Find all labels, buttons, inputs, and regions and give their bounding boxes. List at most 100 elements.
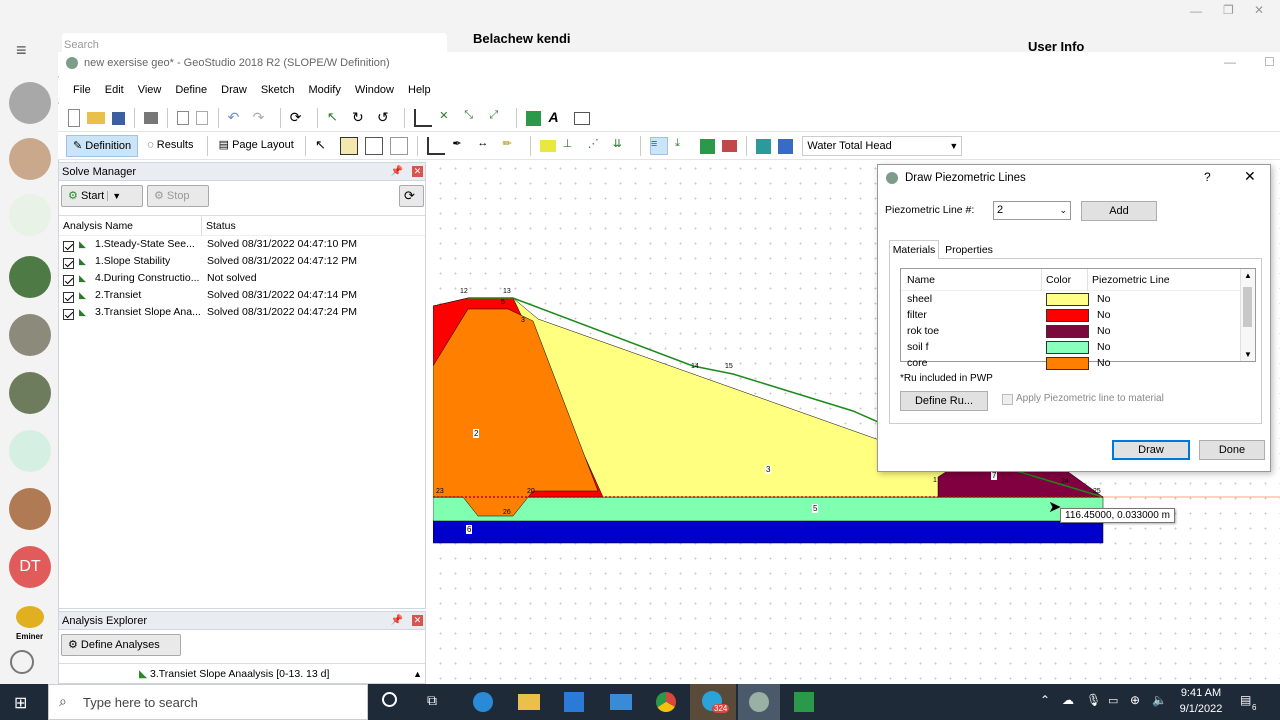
results-tab[interactable]: ◌ Results [141, 135, 199, 157]
scroll-up-icon[interactable]: ▲ [1244, 271, 1252, 280]
materials-scrollbar[interactable]: ▲ ▼ [1240, 269, 1255, 361]
graph-icon[interactable] [526, 110, 542, 126]
add-button[interactable]: Add [1081, 201, 1157, 221]
mail-icon[interactable] [610, 694, 632, 710]
avatar[interactable] [9, 138, 51, 180]
restore-icon[interactable]: ❐ [1223, 3, 1234, 17]
pin-icon[interactable]: 📌 [391, 612, 403, 630]
window-minimize-icon[interactable]: — [1224, 55, 1236, 69]
network-icon[interactable]: ⊕ [1130, 693, 1140, 707]
menu-help[interactable]: Help [401, 78, 438, 102]
entry-exit-icon[interactable] [700, 138, 716, 154]
select-points-icon[interactable]: ↖ [327, 109, 345, 127]
apply-piezometric-checkbox[interactable] [1002, 394, 1013, 405]
chrome-icon[interactable] [656, 692, 676, 712]
close-panel-icon[interactable]: ✕ [412, 166, 423, 177]
table-row[interactable]: ◣ 2.Transiet Solved 08/31/2022 04:47:14 PM [59, 287, 425, 304]
eminer-icon[interactable] [16, 606, 44, 628]
material-row[interactable]: soil f No [901, 339, 1255, 355]
paste-icon[interactable] [196, 111, 209, 125]
grid-snap-icon[interactable]: ⤡ [464, 109, 482, 127]
boundary-icon[interactable] [778, 138, 794, 154]
file-explorer-icon[interactable] [518, 694, 540, 710]
draw-axes-icon[interactable] [427, 137, 446, 155]
chevron-up-icon[interactable]: ⌃ [1040, 693, 1050, 707]
avatar[interactable] [9, 430, 51, 472]
materials-icon[interactable] [756, 138, 772, 154]
microphone-icon[interactable]: 🎙 [1086, 693, 1101, 707]
taskbar-search[interactable]: ⌕ Type here to search [48, 684, 368, 720]
new-file-icon[interactable] [68, 109, 80, 127]
telegram-taskbar-button[interactable]: 324 [690, 684, 736, 720]
definition-tab[interactable]: ✎ Definition [66, 135, 139, 157]
undo-icon[interactable]: ↶ [228, 109, 246, 127]
analysis-checkbox[interactable] [63, 241, 74, 252]
draw-region-icon[interactable] [539, 140, 556, 152]
avatar[interactable] [9, 194, 51, 236]
refresh-icon[interactable]: ⟳ [290, 109, 308, 127]
menu-file[interactable]: File [66, 78, 98, 102]
rotate-icon[interactable]: ↻ [352, 109, 370, 127]
clock-time[interactable]: 9:41 AM [1176, 687, 1226, 699]
scroll-down-icon[interactable]: ▼ [1244, 350, 1252, 359]
pin-icon[interactable]: 📌 [391, 163, 403, 181]
pen-icon[interactable]: ✒ [452, 137, 470, 155]
material-row[interactable]: rok toe No [901, 323, 1255, 339]
analysis-checkbox[interactable] [63, 275, 74, 286]
cortana-icon[interactable] [382, 692, 397, 707]
close-icon[interactable]: ✕ [1254, 3, 1264, 17]
windows-start-icon[interactable]: ⊞ [14, 693, 27, 713]
document-icon[interactable] [390, 137, 409, 155]
minimize-icon[interactable]: — [1190, 4, 1202, 18]
reinforcement-icon[interactable] [722, 140, 738, 152]
clock-date[interactable]: 9/1/2022 [1176, 703, 1226, 715]
analysis-checkbox[interactable] [63, 258, 74, 269]
menu-modify[interactable]: Modify [301, 78, 347, 102]
draw-points-icon[interactable]: ⋰ [588, 137, 606, 155]
stop-button[interactable]: ⚙ Stop [147, 185, 209, 207]
menu-sketch[interactable]: Sketch [254, 78, 302, 102]
measure-icon[interactable]: ⤢ [489, 109, 507, 127]
pencil-icon[interactable]: ✏ [502, 137, 520, 155]
select-region-icon[interactable] [340, 137, 359, 155]
edge-icon[interactable] [473, 692, 493, 712]
material-row[interactable]: core No [901, 355, 1255, 371]
menu-define[interactable]: Define [168, 78, 214, 102]
analysis-checkbox[interactable] [63, 309, 74, 320]
analysis-checkbox[interactable] [63, 292, 74, 303]
task-view-icon[interactable]: ⧉ [427, 692, 437, 709]
geostudio-taskbar-button[interactable] [738, 684, 780, 720]
window-maximize-icon[interactable]: ☐ [1264, 55, 1275, 69]
onedrive-icon[interactable]: ☁ [1062, 693, 1074, 707]
refresh-button[interactable]: ⟳ [399, 185, 424, 207]
menu-window[interactable]: Window [348, 78, 401, 102]
tree-item[interactable]: ◣ 3.Transiet Slope Anaalysis [0-13. 13 d… [59, 663, 425, 683]
dimension-icon[interactable]: ↔ [477, 137, 495, 155]
chevron-down-icon[interactable]: ▼ [107, 191, 122, 201]
print-icon[interactable] [144, 112, 159, 124]
help-button[interactable]: ? [1204, 170, 1211, 184]
tab-materials[interactable]: Materials [889, 240, 939, 259]
menu-draw[interactable]: Draw [214, 78, 254, 102]
start-button[interactable]: ⚙ Start ▼ [61, 185, 143, 207]
menu-edit[interactable]: Edit [98, 78, 131, 102]
archive-icon[interactable] [9, 82, 51, 124]
define-ru-button[interactable]: Define Ru... [900, 391, 988, 411]
material-row[interactable]: filter No [901, 307, 1255, 323]
hamburger-icon[interactable]: ≡ [16, 40, 27, 61]
notifications-icon[interactable]: ▤ [1240, 693, 1251, 707]
close-panel-icon[interactable]: ✕ [412, 615, 423, 626]
axes-icon[interactable] [414, 109, 433, 127]
table-icon[interactable] [573, 111, 590, 125]
slip-surface-icon[interactable]: ⤓ [675, 137, 693, 155]
piezometric-line-icon[interactable]: ≡ [649, 137, 668, 155]
avatar[interactable] [9, 488, 51, 530]
define-analyses-button[interactable]: ⚙ Define Analyses [61, 634, 181, 656]
app-icon[interactable] [794, 692, 814, 712]
draw-button[interactable]: Draw [1112, 440, 1190, 460]
rotate-alt-icon[interactable]: ↺ [377, 109, 395, 127]
redo-icon[interactable]: ↷ [253, 109, 271, 127]
page-layout-tab[interactable]: ▤ Page Layout [215, 135, 298, 157]
open-folder-icon[interactable] [87, 112, 106, 124]
dialog-close-icon[interactable]: ✕ [1244, 168, 1256, 185]
